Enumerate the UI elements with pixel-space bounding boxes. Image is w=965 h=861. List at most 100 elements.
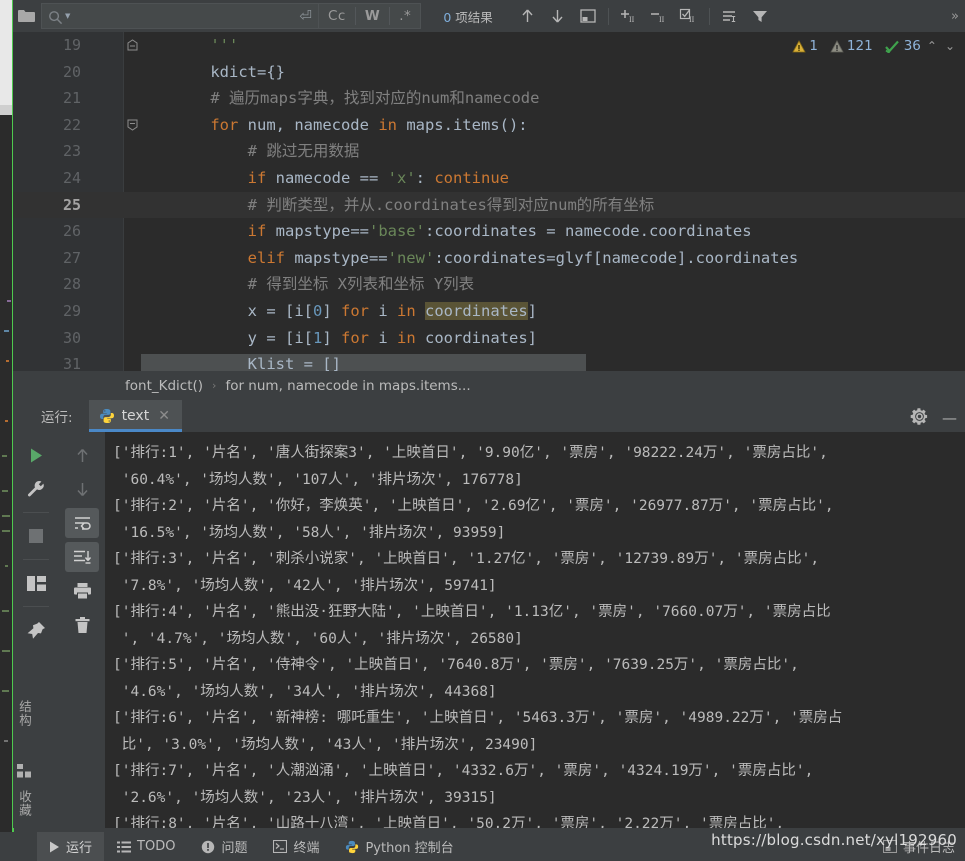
find-toolbar: ▼ ⏎ Cc W .* 0 项结果 I: [13, 0, 965, 32]
options-icon[interactable]: [715, 1, 745, 31]
sidebar-item-favorites[interactable]: 收藏: [15, 790, 34, 821]
search-options-group: Cc W .*: [319, 3, 421, 29]
console-line: ['排行:2', '片名', '你好，李焕英', '上映首日', '2.69亿'…: [113, 493, 965, 546]
line-number: 27: [13, 245, 81, 272]
editor-line[interactable]: 25 # 判断类型，并从.coordinates得到对应num的所有坐标: [13, 192, 965, 219]
add-line-icon[interactable]: II: [614, 1, 644, 31]
weak-warning-group[interactable]: 121: [830, 38, 873, 54]
code-text: # 跳过无用数据: [173, 138, 359, 165]
status-item-todo-label: TODO: [137, 839, 175, 854]
fold-end-icon[interactable]: [125, 32, 139, 59]
warning-icon: [792, 40, 806, 53]
down-stack-button[interactable]: [65, 474, 99, 504]
editor-line[interactable]: 27 elif mapstype=='new':coordinates=glyf…: [13, 245, 965, 272]
python-icon: [345, 840, 359, 854]
editor-line[interactable]: 28 # 得到坐标 X列表和坐标 Y列表: [13, 271, 965, 298]
inspection-widget[interactable]: 1 121 36 ⌃ ⌄: [792, 38, 957, 54]
line-number: 19: [13, 32, 81, 59]
status-item-terminal-label: 终端: [293, 837, 319, 856]
previous-problem-button[interactable]: ⌃: [925, 39, 939, 53]
status-item-python-console[interactable]: Python 控制台: [332, 837, 466, 856]
next-occurrence-button[interactable]: [543, 1, 573, 31]
left-tool-stripe: 结构 收藏: [13, 430, 43, 830]
remove-line-icon[interactable]: II: [644, 1, 674, 31]
return-icon[interactable]: ⏎: [299, 7, 312, 25]
open-in-find-window-button[interactable]: [573, 1, 603, 31]
sidebar-item-structure-label: 结构: [15, 700, 34, 727]
editor-line[interactable]: 22 for num, namecode in maps.items():: [13, 112, 965, 139]
code-editor[interactable]: 19 '''20 kdict={}21 # 遍历maps字典，找到对应的num和…: [13, 32, 965, 371]
next-problem-button[interactable]: ⌄: [943, 39, 957, 53]
regex-toggle[interactable]: .*: [390, 4, 420, 28]
search-input[interactable]: [75, 9, 299, 23]
code-text: ''': [173, 32, 238, 59]
structure-icon[interactable]: [17, 760, 33, 779]
scroll-to-end-button[interactable]: [65, 542, 99, 572]
divider: [608, 8, 609, 25]
folder-icon[interactable]: [13, 0, 39, 32]
watermark: https://blog.csdn.net/xyl192960: [711, 831, 957, 849]
line-number: 24: [13, 165, 81, 192]
status-item-run[interactable]: 运行: [37, 832, 104, 861]
print-button[interactable]: [65, 576, 99, 606]
search-field[interactable]: ▼ ⏎: [41, 3, 319, 29]
editor-line[interactable]: 24 if namecode == 'x': continue: [13, 165, 965, 192]
code-text: # 遍历maps字典，找到对应的num和namecode: [173, 85, 539, 112]
code-text: elif mapstype=='new':coordinates=glyf[na…: [173, 245, 798, 272]
code-text: # 判断类型，并从.coordinates得到对应num的所有坐标: [173, 192, 654, 219]
chevron-down-icon[interactable]: ▼: [65, 12, 70, 20]
divider: [709, 8, 710, 25]
editor-line[interactable]: 21 # 遍历maps字典，找到对应的num和namecode: [13, 85, 965, 112]
chevron-right-icon[interactable]: »: [951, 9, 959, 24]
results-count: 0 项结果: [443, 7, 492, 26]
line-number: 23: [13, 138, 81, 165]
svg-text:II: II: [689, 15, 695, 24]
problems-icon: [201, 840, 215, 854]
up-stack-button[interactable]: [65, 440, 99, 470]
weak-warning-icon: [830, 40, 844, 53]
search-icon: [48, 7, 63, 26]
gear-icon[interactable]: [910, 406, 929, 426]
editor-line[interactable]: 29 x = [i[0] for i in coordinates]: [13, 298, 965, 325]
editor-line[interactable]: 23 # 跳过无用数据: [13, 138, 965, 165]
filter-icon[interactable]: [745, 1, 775, 31]
svg-text:II: II: [629, 15, 635, 24]
sidebar-item-structure[interactable]: 结构: [15, 700, 34, 731]
line-number: 28: [13, 271, 81, 298]
close-icon[interactable]: ✕: [158, 408, 170, 424]
match-case-toggle[interactable]: Cc: [319, 4, 355, 28]
warning-group[interactable]: 1: [792, 38, 818, 54]
line-number: 29: [13, 298, 81, 325]
editor-line[interactable]: 26 if mapstype=='base':coordinates = nam…: [13, 218, 965, 245]
console-line: ['排行:7', '片名', '人潮汹涌', '上映首日', '4332.6万'…: [113, 758, 965, 811]
breadcrumb-item-0[interactable]: font_Kdict(): [125, 378, 203, 394]
code-text: y = [i[1] for i in coordinates]: [173, 325, 537, 352]
fold-start-icon[interactable]: [125, 112, 139, 139]
check-line-icon[interactable]: II: [674, 1, 704, 31]
editor-line[interactable]: 31 Klist = []: [13, 351, 965, 371]
editor-line[interactable]: 30 y = [i[1] for i in coordinates]: [13, 325, 965, 352]
console-output[interactable]: ['排行:1', '片名', '唐人街探案3', '上映首日', '9.90亿'…: [105, 432, 965, 828]
status-item-todo[interactable]: TODO: [104, 839, 188, 854]
code-text: # 得到坐标 X列表和坐标 Y列表: [173, 271, 474, 298]
ok-group[interactable]: 36: [885, 38, 921, 54]
minimize-icon[interactable]: —: [942, 409, 957, 427]
run-tab-text[interactable]: text ✕: [89, 400, 182, 432]
breadcrumb-item-1[interactable]: for num, namecode in maps.items...: [225, 378, 470, 394]
pycharm-window: ▼ ⏎ Cc W .* 0 项结果 I: [0, 0, 965, 861]
code-text: if namecode == 'x': continue: [173, 165, 509, 192]
editor-line[interactable]: 20 kdict={}: [13, 59, 965, 86]
run-window-body: ['排行:1', '片名', '唐人街探案3', '上映首日', '9.90亿'…: [13, 432, 965, 828]
run-window-header: 运行: text ✕ —: [13, 400, 965, 432]
clear-all-button[interactable]: [65, 610, 99, 640]
console-line: ['排行:8', '片名', '山路十八湾', '上映首日', '50.2万',…: [113, 811, 965, 828]
previous-occurrence-button[interactable]: [513, 1, 543, 31]
status-item-terminal[interactable]: 终端: [260, 837, 332, 856]
status-item-problems[interactable]: 问题: [188, 837, 260, 856]
soft-wrap-button[interactable]: [65, 508, 99, 538]
line-number: 22: [13, 112, 81, 139]
code-text: x = [i[0] for i in coordinates]: [173, 298, 537, 325]
status-item-problems-label: 问题: [221, 837, 247, 856]
ok-count: 36: [904, 38, 921, 54]
whole-words-toggle[interactable]: W: [356, 4, 389, 28]
